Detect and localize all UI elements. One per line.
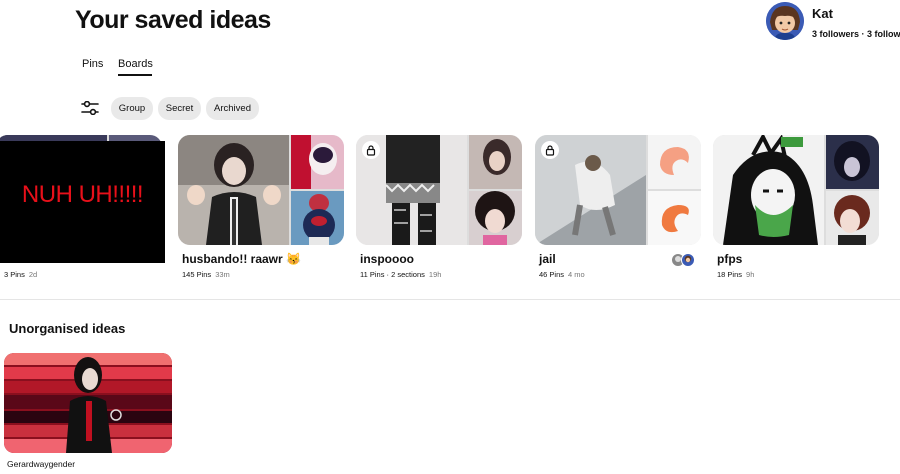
board-cover-image — [826, 135, 879, 189]
board-cover-image — [469, 191, 522, 245]
board-cover — [713, 135, 879, 245]
active-tab-indicator — [118, 74, 152, 76]
board-cover-image — [291, 135, 344, 189]
board-pin-count: 11 Pins · 2 sections — [360, 270, 425, 279]
unorganised-ideas-heading: Unorganised ideas — [9, 321, 126, 336]
board-cover-image — [826, 191, 879, 245]
board-pin-count: 18 Pins — [717, 270, 743, 279]
board-cover-image — [648, 191, 701, 245]
board-card-inspoooo[interactable]: inspoooo 11 Pins · 2 sections 19h — [356, 135, 522, 279]
board-meta: 46 Pins 4 mo — [539, 270, 585, 279]
board-meta: 18 Pins 9h — [717, 270, 754, 279]
board-updated-ago: 4 mo — [568, 270, 585, 279]
board-cover-image — [469, 135, 522, 189]
board-cover-image — [178, 135, 289, 245]
board-card-jail[interactable]: jail 46 Pins 4 mo — [535, 135, 701, 279]
lock-icon — [362, 141, 380, 159]
board-meta: 11 Pins · 2 sections 19h — [360, 270, 441, 279]
avatar[interactable] — [766, 2, 804, 40]
board-updated-ago: 9h — [746, 270, 755, 279]
section-divider — [0, 299, 900, 300]
collaborator-avatars — [671, 253, 697, 267]
filter-chip-group[interactable]: Group — [111, 97, 153, 120]
board-updated-ago: 2d — [28, 270, 38, 279]
board-pin-count: 3 Pins — [4, 270, 25, 279]
censor-overlay-text: NUH UH!!!!! — [21, 181, 144, 208]
board-title: pfps — [717, 252, 743, 266]
censor-overlay: NUH UH!!!!! — [0, 141, 165, 263]
board-cover-image — [713, 135, 824, 245]
board-pin-count: 145 Pins — [182, 270, 212, 279]
unorganised-pin-card[interactable] — [4, 353, 172, 453]
board-updated-ago: 19h — [428, 270, 442, 279]
page-title: Your saved ideas — [75, 6, 271, 34]
lock-icon — [541, 141, 559, 159]
board-meta: 3 Pins 2d — [4, 270, 37, 279]
filter-chip-secret[interactable]: Secret — [158, 97, 201, 120]
board-cover — [356, 135, 522, 245]
board-cover — [535, 135, 701, 245]
board-cover-image — [648, 135, 701, 189]
board-title: inspoooo — [360, 252, 414, 266]
board-pin-count: 46 Pins — [539, 270, 565, 279]
filter-chip-archived[interactable]: Archived — [206, 97, 259, 120]
board-card-pfps[interactable]: pfps 18 Pins 9h — [713, 135, 879, 279]
filter-sliders-icon[interactable] — [81, 100, 99, 116]
profile-follow-stats[interactable]: 3 followers · 3 follow — [812, 29, 900, 39]
profile-name: Kat — [812, 6, 833, 21]
saved-ideas-page: Your saved ideas Kat 3 followers · 3 fol… — [0, 0, 900, 474]
tab-boards[interactable]: Boards — [118, 58, 153, 70]
board-meta: 145 Pins 33m — [182, 270, 230, 279]
board-updated-ago: 33m — [215, 270, 230, 279]
board-card-husbando[interactable]: husbando!! raawr 😽 145 Pins 33m — [178, 135, 344, 279]
pin-image — [4, 353, 172, 453]
tab-pins[interactable]: Pins — [82, 58, 103, 70]
board-title: husbando!! raawr 😽 — [182, 252, 301, 266]
board-cover-image — [291, 191, 344, 245]
board-title: jail — [539, 252, 556, 266]
unorganised-pin-label: Gerardwaygender — [7, 459, 76, 469]
board-cover — [178, 135, 344, 245]
